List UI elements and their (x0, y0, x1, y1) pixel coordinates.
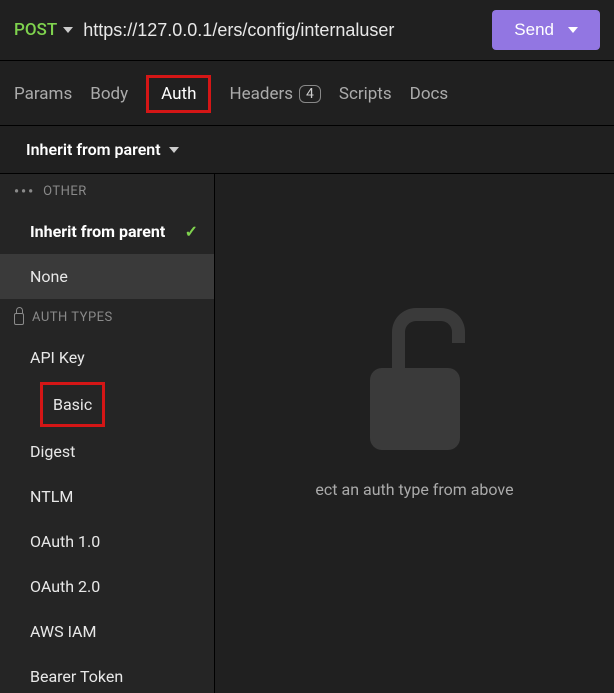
send-button[interactable]: Send (492, 10, 600, 50)
auth-option-digest[interactable]: Digest (0, 429, 214, 474)
sidebar-item-label: API Key (30, 348, 85, 367)
auth-option-ntlm[interactable]: NTLM (0, 474, 214, 519)
chevron-down-icon (568, 27, 578, 33)
sidebar-item-label: None (30, 267, 68, 286)
auth-option-none[interactable]: None (0, 254, 214, 299)
tab-body[interactable]: Body (90, 84, 128, 104)
tab-docs[interactable]: Docs (410, 84, 449, 104)
section-header-types: AUTH TYPES (0, 299, 214, 335)
lock-icon (14, 313, 24, 325)
auth-option-oauth1[interactable]: OAuth 1.0 (0, 519, 214, 564)
chevron-down-icon (169, 147, 179, 153)
chevron-down-icon (63, 27, 73, 33)
tab-headers[interactable]: Headers 4 (229, 84, 320, 104)
empty-state-text: ect an auth type from above (315, 480, 513, 499)
sidebar-item-label: AWS IAM (30, 622, 96, 641)
sidebar-item-label: Digest (30, 442, 75, 461)
sidebar-item-label: OAuth 2.0 (30, 577, 100, 596)
tab-scripts[interactable]: Scripts (339, 84, 392, 104)
auth-option-apikey[interactable]: API Key (0, 335, 214, 380)
tab-auth[interactable]: Auth (146, 75, 211, 113)
sidebar-item-label: Bearer Token (30, 667, 123, 686)
request-bar: POST Send (0, 0, 614, 61)
headers-count-badge: 4 (299, 85, 321, 103)
auth-empty-state: ect an auth type from above (215, 174, 614, 693)
send-button-label: Send (514, 20, 554, 40)
auth-panel: ••• OTHER Inherit from parent ✓ None AUT… (0, 173, 614, 693)
request-tabs: Params Body Auth Headers 4 Scripts Docs (0, 61, 614, 126)
http-method-label: POST (14, 20, 57, 40)
auth-option-basic[interactable]: Basic (40, 382, 105, 427)
auth-option-awsiam[interactable]: AWS IAM (0, 609, 214, 654)
dots-icon: ••• (14, 185, 35, 199)
sidebar-item-label: Inherit from parent (30, 222, 165, 241)
tab-params[interactable]: Params (14, 84, 72, 104)
sidebar-item-label: Basic (53, 395, 92, 414)
url-input[interactable] (83, 20, 482, 41)
sidebar-item-label: NTLM (30, 487, 73, 506)
auth-type-selected-label: Inherit from parent (26, 140, 161, 159)
section-header-other: ••• OTHER (0, 174, 214, 209)
http-method-dropdown[interactable]: POST (14, 20, 73, 40)
auth-option-oauth2[interactable]: OAuth 2.0 (0, 564, 214, 609)
sidebar-item-label: OAuth 1.0 (30, 532, 100, 551)
lock-open-icon (370, 368, 460, 450)
auth-type-selector[interactable]: Inherit from parent (0, 126, 614, 173)
auth-option-bearer[interactable]: Bearer Token (0, 654, 214, 693)
auth-type-list: ••• OTHER Inherit from parent ✓ None AUT… (0, 174, 215, 693)
auth-option-inherit[interactable]: Inherit from parent ✓ (0, 209, 214, 254)
check-icon: ✓ (185, 222, 198, 241)
